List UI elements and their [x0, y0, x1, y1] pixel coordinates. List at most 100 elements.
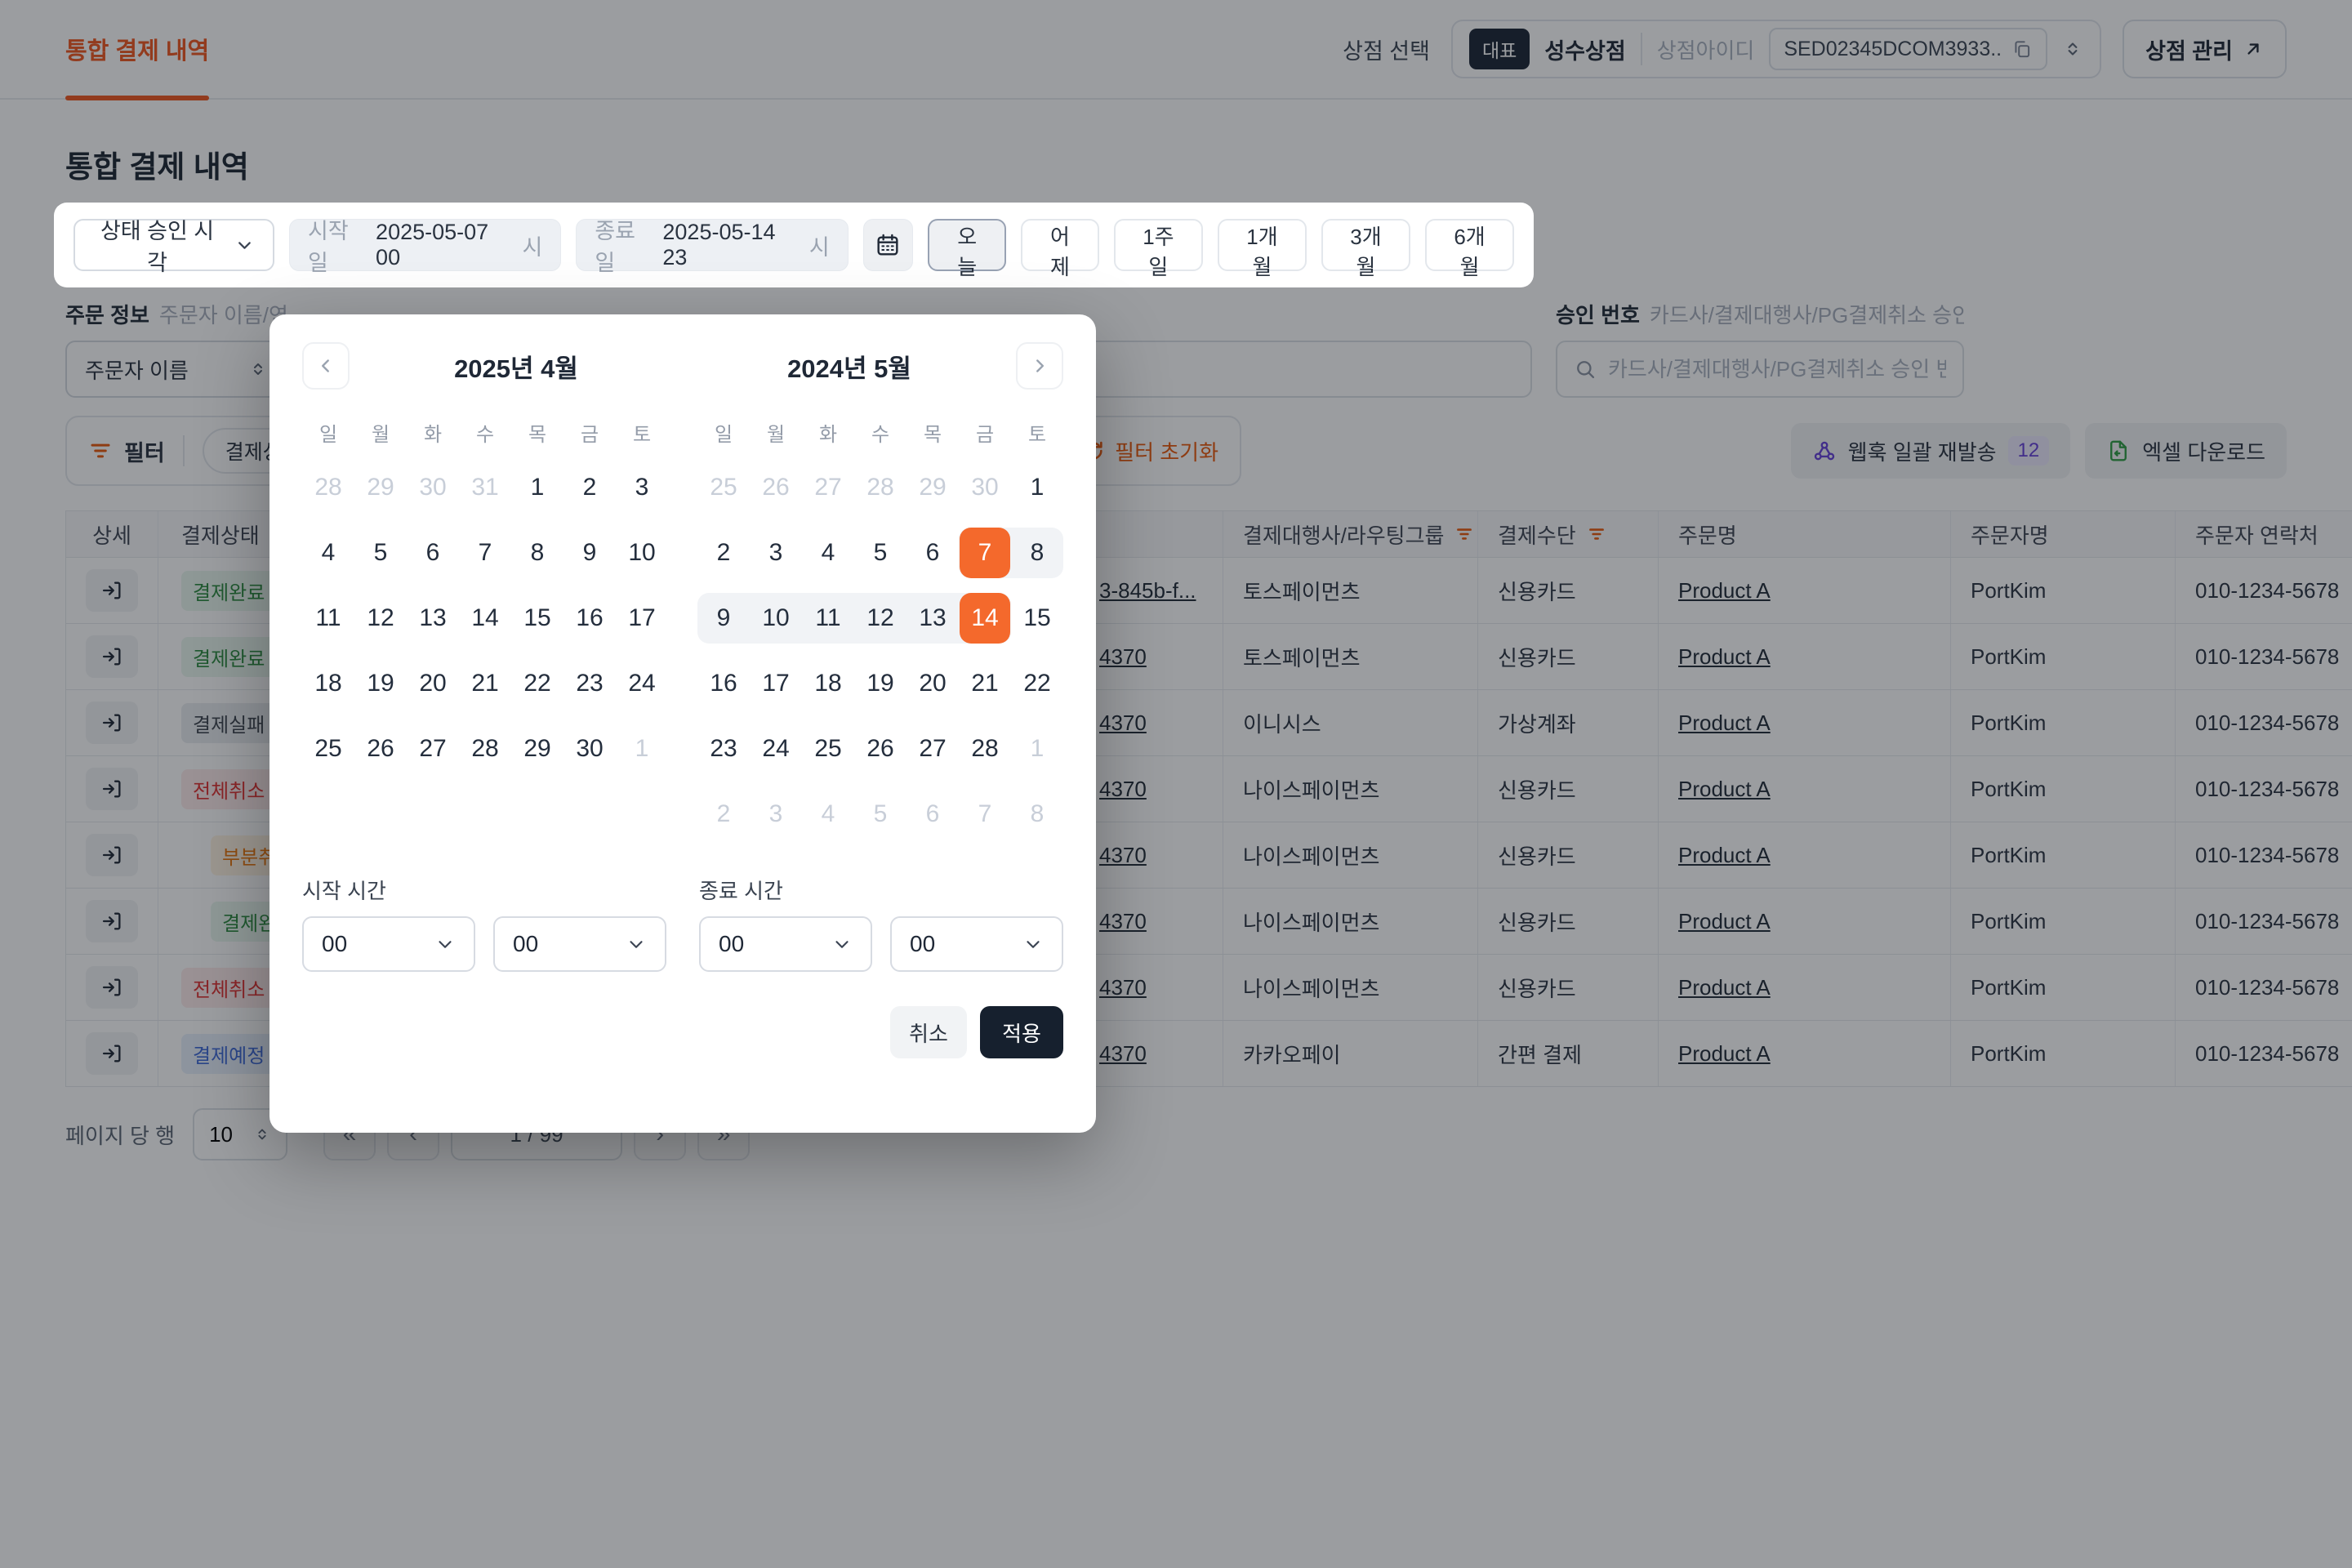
day-cell[interactable]: 27	[407, 716, 459, 782]
day-cell[interactable]: 19	[354, 651, 407, 716]
quick-range-button-3개월[interactable]: 3개월	[1321, 219, 1410, 271]
start-date-field[interactable]: 시작일 2025-05-07 00 시	[289, 219, 561, 271]
day-cell[interactable]: 25	[802, 716, 854, 782]
day-cell[interactable]: 23	[564, 651, 616, 716]
day-cell[interactable]: 19	[854, 651, 906, 716]
status-time-select[interactable]: 상태 승인 시각	[74, 219, 274, 271]
day-cell[interactable]: 12	[354, 586, 407, 651]
day-cell[interactable]: 21	[459, 651, 511, 716]
start-hour-value: 00	[322, 931, 347, 957]
day-cell[interactable]: 7	[959, 782, 1011, 847]
day-cell[interactable]: 5	[354, 520, 407, 586]
day-cell[interactable]: 24	[750, 716, 802, 782]
cancel-button[interactable]: 취소	[890, 1006, 967, 1058]
day-cell[interactable]: 30	[407, 455, 459, 520]
day-cell[interactable]: 14	[459, 586, 511, 651]
day-cell[interactable]: 23	[697, 716, 750, 782]
day-cell[interactable]: 28	[302, 455, 354, 520]
day-cell[interactable]: 10	[616, 520, 668, 586]
day-cell[interactable]: 16	[697, 651, 750, 716]
day-cell[interactable]: 13	[407, 586, 459, 651]
start-minute-select[interactable]: 00	[493, 916, 666, 972]
day-cell[interactable]: 5	[854, 520, 906, 586]
calendar-grid-right: 일월화수목금토252627282930123456789101112131415…	[697, 409, 1063, 847]
day-cell[interactable]: 25	[697, 455, 750, 520]
day-cell[interactable]: 11	[802, 586, 854, 651]
day-cell[interactable]: 6	[407, 520, 459, 586]
day-cell[interactable]: 7	[459, 520, 511, 586]
day-cell[interactable]: 29	[354, 455, 407, 520]
day-cell[interactable]: 4	[302, 520, 354, 586]
day-cell[interactable]: 6	[906, 520, 959, 586]
weekday-label: 금	[959, 409, 1011, 455]
day-cell[interactable]: 24	[616, 651, 668, 716]
day-cell[interactable]: 2	[564, 455, 616, 520]
quick-range-button-1주일[interactable]: 1주일	[1114, 219, 1203, 271]
day-cell[interactable]: 1	[1011, 455, 1063, 520]
day-cell[interactable]: 1	[1011, 716, 1063, 782]
day-cell[interactable]: 17	[750, 651, 802, 716]
day-cell[interactable]: 26	[354, 716, 407, 782]
day-cell[interactable]: 9	[697, 586, 750, 651]
day-cell[interactable]: 27	[906, 716, 959, 782]
day-cell[interactable]: 28	[959, 716, 1011, 782]
day-cell[interactable]: 3	[750, 520, 802, 586]
day-cell[interactable]: 1	[511, 455, 564, 520]
day-cell[interactable]: 30	[564, 716, 616, 782]
day-cell[interactable]: 2	[697, 520, 750, 586]
day-cell[interactable]: 1	[616, 716, 668, 782]
day-cell[interactable]: 25	[302, 716, 354, 782]
day-cell[interactable]: 28	[459, 716, 511, 782]
quick-range-button-6개월[interactable]: 6개월	[1425, 219, 1514, 271]
day-cell[interactable]: 31	[459, 455, 511, 520]
day-cell[interactable]: 22	[1011, 651, 1063, 716]
quick-range-button-오늘[interactable]: 오늘	[928, 219, 1006, 271]
start-hour-select[interactable]: 00	[302, 916, 475, 972]
day-cell[interactable]: 26	[854, 716, 906, 782]
day-cell-selected[interactable]: 14	[959, 586, 1011, 651]
day-cell[interactable]: 3	[616, 455, 668, 520]
day-cell[interactable]: 8	[1011, 520, 1063, 586]
day-cell[interactable]: 29	[906, 455, 959, 520]
day-cell[interactable]: 5	[854, 782, 906, 847]
day-cell[interactable]: 18	[302, 651, 354, 716]
day-cell[interactable]: 15	[1011, 586, 1063, 651]
day-cell[interactable]: 21	[959, 651, 1011, 716]
day-cell[interactable]: 6	[906, 782, 959, 847]
prev-month-button[interactable]	[302, 342, 350, 390]
day-cell[interactable]: 26	[750, 455, 802, 520]
day-cell[interactable]: 29	[511, 716, 564, 782]
day-cell[interactable]: 28	[854, 455, 906, 520]
apply-button[interactable]: 적용	[980, 1006, 1063, 1058]
day-cell[interactable]: 15	[511, 586, 564, 651]
day-cell[interactable]: 4	[802, 520, 854, 586]
day-cell[interactable]: 9	[564, 520, 616, 586]
day-cell[interactable]: 17	[616, 586, 668, 651]
end-minute-select[interactable]: 00	[890, 916, 1063, 972]
end-hour-select[interactable]: 00	[699, 916, 872, 972]
day-cell[interactable]: 2	[697, 782, 750, 847]
day-cell[interactable]: 18	[802, 651, 854, 716]
quick-range-button-1개월[interactable]: 1개월	[1218, 219, 1307, 271]
calendar-button[interactable]	[863, 219, 914, 271]
end-date-field[interactable]: 종료일 2025-05-14 23 시	[576, 219, 848, 271]
weekday-label: 목	[906, 409, 959, 455]
day-cell[interactable]: 8	[511, 520, 564, 586]
quick-range-button-어제[interactable]: 어제	[1021, 219, 1099, 271]
calendar-grids: 일월화수목금토282930311234567891011121314151617…	[302, 409, 1063, 847]
day-cell[interactable]: 16	[564, 586, 616, 651]
day-cell-selected[interactable]: 7	[959, 520, 1011, 586]
day-cell[interactable]: 27	[802, 455, 854, 520]
day-cell[interactable]: 3	[750, 782, 802, 847]
day-cell[interactable]: 20	[906, 651, 959, 716]
day-cell[interactable]: 13	[906, 586, 959, 651]
day-cell[interactable]: 10	[750, 586, 802, 651]
day-cell[interactable]: 22	[511, 651, 564, 716]
day-cell[interactable]: 4	[802, 782, 854, 847]
day-cell[interactable]: 11	[302, 586, 354, 651]
day-cell[interactable]: 12	[854, 586, 906, 651]
day-cell[interactable]: 30	[959, 455, 1011, 520]
day-cell[interactable]: 8	[1011, 782, 1063, 847]
next-month-button[interactable]	[1016, 342, 1063, 390]
day-cell[interactable]: 20	[407, 651, 459, 716]
